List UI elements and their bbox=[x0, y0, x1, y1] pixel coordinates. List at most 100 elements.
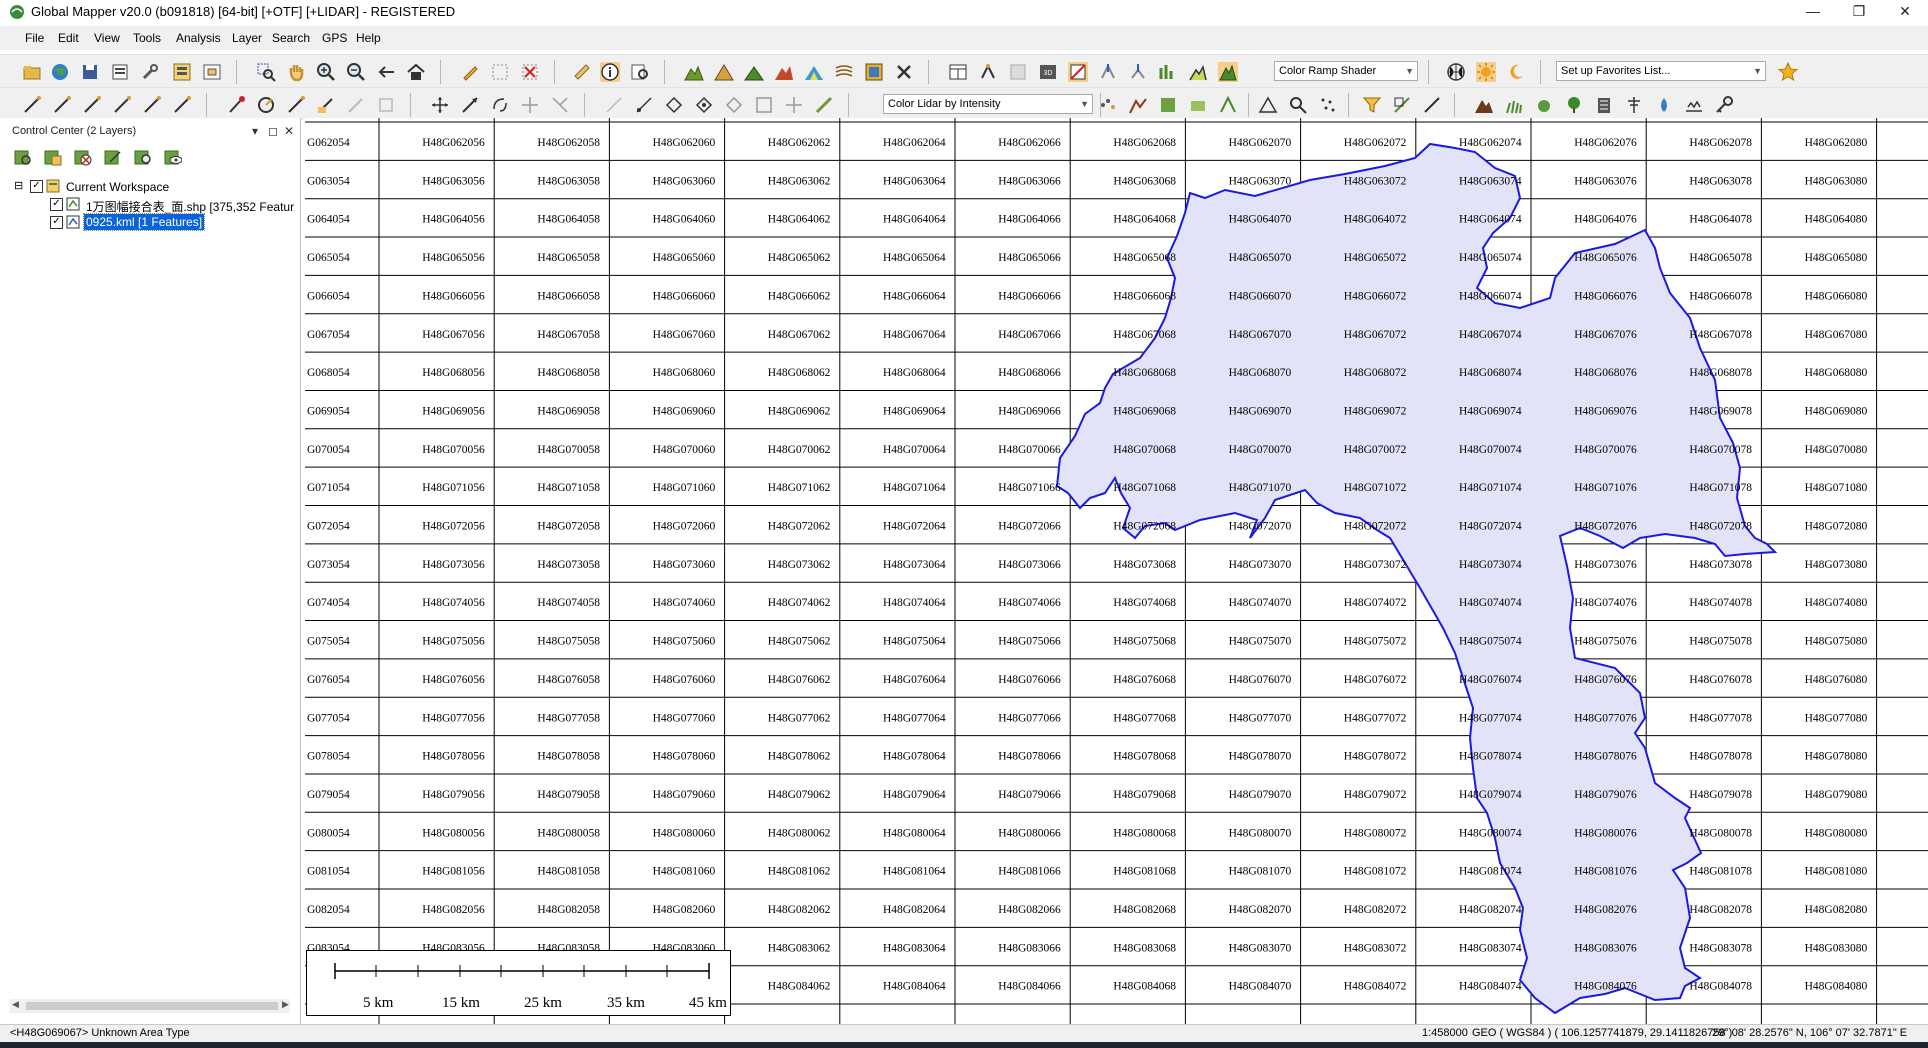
menu-file[interactable]: File bbox=[25, 31, 44, 45]
line-edit-4-icon[interactable] bbox=[694, 95, 714, 115]
zoom-box-icon[interactable] bbox=[256, 62, 276, 82]
maximize-button[interactable]: ❐ bbox=[1836, 0, 1882, 24]
terrain-brown-icon[interactable] bbox=[1474, 95, 1494, 115]
draw-line-3-icon[interactable] bbox=[82, 95, 102, 115]
raster-image-icon[interactable] bbox=[864, 62, 884, 82]
map-canvas[interactable]: G062054 H48G062056 H48G062058 H48G062060 H48… bbox=[305, 118, 1928, 1024]
triangle-tool-icon[interactable] bbox=[1258, 95, 1278, 115]
disabled-tool-2-icon[interactable] bbox=[376, 95, 396, 115]
measure-ruler-icon[interactable] bbox=[572, 62, 592, 82]
panel-close-button[interactable]: ✕ bbox=[284, 124, 294, 138]
favorites-select[interactable]: Set up Favorites List... ▼ bbox=[1556, 61, 1766, 81]
line-edit-7-icon[interactable] bbox=[784, 95, 804, 115]
vertical-exag-up-icon[interactable] bbox=[1098, 62, 1118, 82]
delete-x-icon[interactable] bbox=[520, 62, 540, 82]
building-icon[interactable] bbox=[1594, 95, 1614, 115]
hillshade-toggle-icon[interactable] bbox=[1068, 62, 1088, 82]
lidar-tool-1-icon[interactable] bbox=[1098, 95, 1118, 115]
night-moon-icon[interactable] bbox=[1506, 62, 1526, 82]
active-shader-icon[interactable] bbox=[1218, 62, 1238, 82]
layer-metadata-icon[interactable] bbox=[14, 148, 32, 166]
daylight-sun-icon[interactable] bbox=[1476, 62, 1496, 82]
control-center-icon[interactable] bbox=[172, 62, 192, 82]
lidar-tool-3-icon[interactable] bbox=[1158, 95, 1178, 115]
zoom-in-icon[interactable] bbox=[316, 62, 336, 82]
tree-item-layer-kml[interactable]: ✓ 0925.kml [1 Features] bbox=[0, 213, 300, 232]
menu-edit[interactable]: Edit bbox=[58, 31, 79, 45]
select-rect-icon[interactable] bbox=[490, 62, 510, 82]
zoom-to-layer-icon[interactable] bbox=[134, 148, 152, 166]
grass-icon[interactable] bbox=[1504, 95, 1524, 115]
elevation-shader-1-icon[interactable] bbox=[684, 62, 704, 82]
shader-select[interactable]: Color Ramp Shader ▼ bbox=[1274, 61, 1418, 81]
rotate-feature-icon[interactable] bbox=[490, 95, 510, 115]
panel-restore-button[interactable]: ◻ bbox=[268, 124, 278, 138]
key-icon[interactable] bbox=[1714, 95, 1734, 115]
elevation-legend-icon[interactable] bbox=[1158, 62, 1178, 82]
move-feature-icon[interactable] bbox=[460, 95, 480, 115]
map-view[interactable]: G062054 H48G062056 H48G062058 H48G062060 H48… bbox=[305, 118, 1928, 1024]
line-edit-6-icon[interactable] bbox=[754, 95, 774, 115]
pan-hand-icon[interactable] bbox=[286, 62, 306, 82]
lidar-tool-4-icon[interactable] bbox=[1188, 95, 1208, 115]
lidar-tool-2-icon[interactable] bbox=[1128, 95, 1148, 115]
menu-analysis[interactable]: Analysis bbox=[176, 31, 221, 45]
shrub-icon[interactable] bbox=[1534, 95, 1554, 115]
move-vertex-icon[interactable] bbox=[430, 95, 450, 115]
ground-icon[interactable] bbox=[1684, 95, 1704, 115]
lidar-search-icon[interactable] bbox=[1288, 95, 1308, 115]
workspace-icon[interactable] bbox=[110, 62, 130, 82]
path-profile-icon[interactable] bbox=[630, 62, 650, 82]
line-edit-5-icon[interactable] bbox=[724, 95, 744, 115]
contour-icon[interactable] bbox=[834, 62, 854, 82]
scroll-left-icon[interactable]: ◀ bbox=[12, 999, 19, 1010]
minimize-button[interactable]: — bbox=[1790, 0, 1836, 24]
create-area-icon[interactable] bbox=[286, 95, 306, 115]
tools-x-icon[interactable] bbox=[894, 62, 914, 82]
draw-line-5-icon[interactable] bbox=[142, 95, 162, 115]
menu-gps[interactable]: GPS bbox=[322, 31, 347, 45]
tree-item-workspace[interactable]: ⊟ ✓ Current Workspace bbox=[0, 178, 300, 196]
layer-visibility-eye-icon[interactable] bbox=[164, 148, 182, 166]
close-layer-icon[interactable] bbox=[74, 148, 92, 166]
lidar-edit-icon[interactable] bbox=[1422, 95, 1442, 115]
insert-vertex-icon[interactable] bbox=[520, 95, 540, 115]
menu-help[interactable]: Help bbox=[356, 31, 381, 45]
elevation-shader-3-icon[interactable] bbox=[744, 62, 764, 82]
menu-layer[interactable]: Layer bbox=[232, 31, 262, 45]
feature-info-icon[interactable] bbox=[600, 62, 620, 82]
elevation-shader-5-icon[interactable] bbox=[804, 62, 824, 82]
shader-options-icon[interactable] bbox=[1188, 62, 1208, 82]
draw-line-1-icon[interactable] bbox=[22, 95, 42, 115]
line-edit-1-icon[interactable] bbox=[604, 95, 624, 115]
3d-grid-icon[interactable] bbox=[1008, 62, 1028, 82]
draw-line-6-icon[interactable] bbox=[172, 95, 192, 115]
classify-icon[interactable] bbox=[1392, 95, 1412, 115]
projection-globe-icon[interactable] bbox=[1446, 62, 1466, 82]
draw-line-4-icon[interactable] bbox=[112, 95, 132, 115]
draw-line-2-icon[interactable] bbox=[52, 95, 72, 115]
tree-expander-icon[interactable]: ⊟ bbox=[14, 179, 23, 192]
create-text-icon[interactable] bbox=[316, 95, 336, 115]
open-folder-icon[interactable] bbox=[22, 62, 42, 82]
home-icon[interactable] bbox=[406, 62, 426, 82]
menu-tools[interactable]: Tools bbox=[133, 31, 161, 45]
zoom-out-icon[interactable] bbox=[346, 62, 366, 82]
powerline-icon[interactable] bbox=[1624, 95, 1644, 115]
disabled-tool-1-icon[interactable] bbox=[346, 95, 366, 115]
line-edit-2-icon[interactable] bbox=[634, 95, 654, 115]
configure-wrench-icon[interactable] bbox=[140, 62, 160, 82]
measure-line-icon[interactable] bbox=[814, 95, 834, 115]
window-layout-icon[interactable] bbox=[948, 62, 968, 82]
filter-icon[interactable] bbox=[1362, 95, 1382, 115]
back-arrow-icon[interactable] bbox=[376, 62, 396, 82]
menu-view[interactable]: View bbox=[94, 31, 120, 45]
scroll-right-icon[interactable]: ▶ bbox=[282, 999, 289, 1010]
tree-icon[interactable] bbox=[1564, 95, 1584, 115]
create-point-icon[interactable] bbox=[226, 95, 246, 115]
star-favorite-icon[interactable] bbox=[1778, 62, 1798, 82]
panel-pin-button[interactable]: ▾ bbox=[252, 124, 258, 138]
online-data-globe-icon[interactable] bbox=[50, 62, 70, 82]
overview-map-icon[interactable] bbox=[202, 62, 222, 82]
tree-item-layer-shp[interactable]: ✓ 1万图幅接合表_面.shp [375,352 Featur bbox=[0, 196, 300, 214]
